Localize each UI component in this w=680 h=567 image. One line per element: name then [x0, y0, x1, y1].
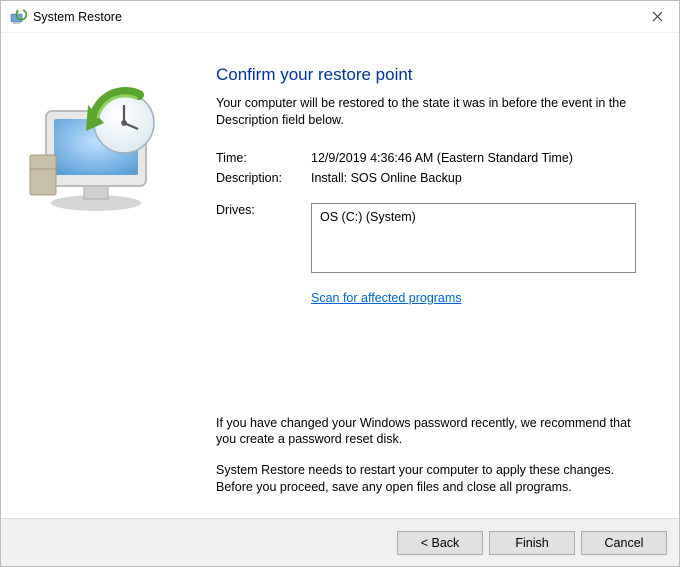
- description-value: Install: SOS Online Backup: [311, 171, 651, 185]
- drives-row: Drives: OS (C:) (System): [216, 203, 651, 273]
- drives-item[interactable]: OS (C:) (System): [320, 210, 627, 224]
- restore-illustration-icon: [24, 73, 174, 218]
- scan-link-row: Scan for affected programs: [311, 289, 651, 307]
- back-button[interactable]: < Back: [397, 531, 483, 555]
- page-heading: Confirm your restore point: [216, 65, 651, 85]
- time-row: Time: 12/9/2019 4:36:46 AM (Eastern Stan…: [216, 151, 651, 165]
- cancel-button[interactable]: Cancel: [581, 531, 667, 555]
- system-restore-icon: [9, 8, 27, 26]
- dialog-footer: < Back Finish Cancel: [1, 518, 679, 566]
- description-row: Description: Install: SOS Online Backup: [216, 171, 651, 185]
- finish-button[interactable]: Finish: [489, 531, 575, 555]
- system-restore-window: System Restore: [0, 0, 680, 567]
- dialog-body: Confirm your restore point Your computer…: [1, 33, 679, 518]
- sidebar: [1, 33, 196, 518]
- time-value: 12/9/2019 4:36:46 AM (Eastern Standard T…: [311, 151, 651, 165]
- restart-note: System Restore needs to restart your com…: [216, 462, 651, 496]
- titlebar: System Restore: [1, 1, 679, 33]
- password-note: If you have changed your Windows passwor…: [216, 415, 651, 449]
- drives-label: Drives:: [216, 203, 311, 217]
- window-title: System Restore: [33, 10, 635, 24]
- scan-affected-programs-link[interactable]: Scan for affected programs: [311, 291, 462, 305]
- drives-listbox[interactable]: OS (C:) (System): [311, 203, 636, 273]
- description-label: Description:: [216, 171, 311, 185]
- close-icon: [652, 11, 663, 22]
- page-subtext: Your computer will be restored to the st…: [216, 95, 651, 129]
- close-button[interactable]: [635, 2, 679, 32]
- time-label: Time:: [216, 151, 311, 165]
- main-content: Confirm your restore point Your computer…: [196, 33, 679, 518]
